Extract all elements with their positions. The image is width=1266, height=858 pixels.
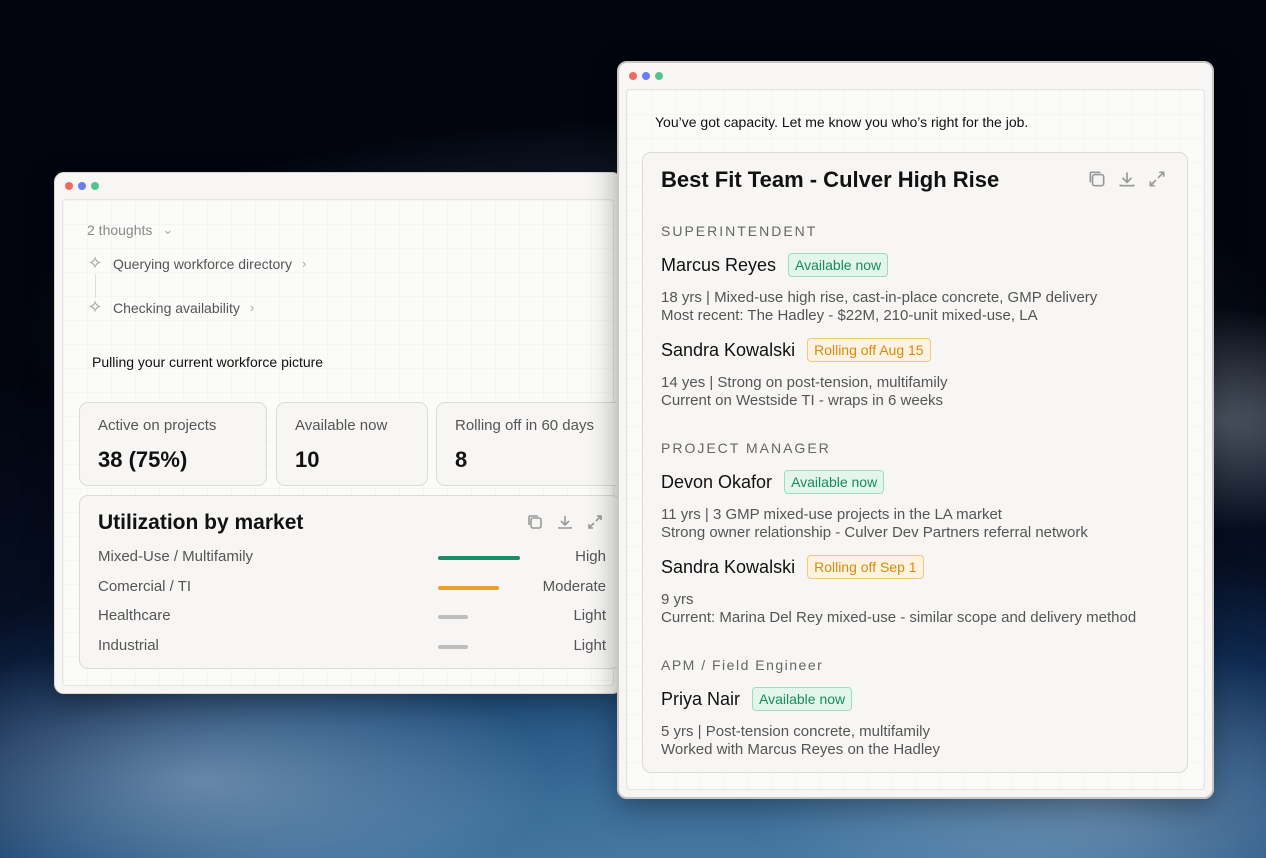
status-badge: Available now (752, 687, 853, 711)
detail-line: Current on Westside TI - wraps in 6 week… (661, 392, 944, 409)
best-fit-card: Best Fit Team - Culver High Rise SUPERIN… (642, 152, 1188, 773)
market-name: Industrial (98, 636, 159, 654)
utilization-bar (438, 585, 499, 590)
detail-line: 5 yrs | Post-tension concrete, multifami… (661, 723, 930, 740)
sparkle-icon: ✧ (87, 297, 103, 317)
minimize-dot[interactable] (642, 72, 650, 80)
download-icon[interactable] (1117, 169, 1137, 189)
person-row[interactable]: Marcus Reyes Available now (661, 253, 889, 277)
detail-line: 14 yes | Strong on post-tension, multifa… (661, 374, 948, 391)
person-detail: 14 yes | Strong on post-tension, multifa… (661, 374, 948, 410)
step-checking[interactable]: ✧ Checking availability › (87, 297, 254, 318)
person-detail: 9 yrs Current: Marina Del Rey mixed-use … (661, 591, 1136, 627)
detail-line: Most recent: The Hadley - $22M, 210-unit… (661, 307, 1038, 324)
person-detail: 18 yrs | Mixed-use high rise, cast-in-pl… (661, 289, 1097, 325)
status-badge: Rolling off Aug 15 (807, 338, 931, 362)
status-badge: Available now (788, 253, 889, 277)
stat-label: Rolling off in 60 days (455, 417, 594, 434)
step-connector (95, 274, 96, 298)
close-dot[interactable] (629, 72, 637, 80)
team-window: You’ve got capacity. Let me know you who… (617, 61, 1214, 799)
utilization-bar (438, 644, 468, 649)
chevron-right-icon: › (249, 300, 255, 315)
utilization-level: Light (573, 636, 606, 654)
card-actions (525, 512, 605, 532)
workforce-window: 2 thoughts ⌄ ✧ Querying workforce direct… (54, 172, 622, 694)
utilization-title: Utilization by market (98, 511, 304, 534)
chevron-right-icon: › (301, 256, 307, 271)
expand-icon[interactable] (585, 512, 605, 532)
market-name: Comercial / TI (98, 577, 192, 595)
window-titlebar (55, 173, 621, 199)
stat-value: 8 (455, 447, 468, 472)
stat-available: Available now 10 (276, 402, 428, 486)
assistant-message: You’ve got capacity. Let me know you who… (655, 114, 1029, 130)
stat-active: Active on projects 38 (75%) (79, 402, 267, 486)
stat-value: 10 (295, 447, 320, 472)
role-heading: SUPERINTENDENT (661, 223, 818, 239)
detail-line: Strong owner relationship - Culver Dev P… (661, 524, 1088, 541)
team-pane: You’ve got capacity. Let me know you who… (626, 89, 1205, 790)
utilization-level: Moderate (542, 577, 606, 595)
detail-line: 18 yrs | Mixed-use high rise, cast-in-pl… (661, 289, 1098, 306)
person-name: Priya Nair (661, 688, 741, 709)
role-heading: PROJECT MANAGER (661, 440, 831, 456)
step-label: Querying workforce directory (113, 255, 292, 272)
detail-line: 9 yrs (661, 591, 694, 608)
copy-icon[interactable] (1087, 169, 1107, 189)
utilization-level: Light (573, 607, 606, 624)
maximize-dot[interactable] (655, 72, 663, 80)
chevron-down-icon: ⌄ (162, 222, 174, 237)
copy-icon[interactable] (525, 512, 545, 532)
assistant-message: Pulling your current workforce picture (92, 354, 324, 370)
thoughts-toggle[interactable]: 2 thoughts ⌄ (87, 222, 173, 238)
market-row: Mixed-Use / Multifamily High (98, 548, 606, 568)
utilization-bar (438, 615, 468, 619)
close-dot[interactable] (65, 182, 73, 190)
person-detail: 5 yrs | Post-tension concrete, multifami… (661, 723, 940, 759)
status-badge: Rolling off Sep 1 (807, 555, 924, 579)
person-row[interactable]: Devon Okafor Available now (661, 470, 885, 494)
expand-icon[interactable] (1147, 169, 1167, 189)
step-label: Checking availability (113, 299, 240, 316)
market-name: Healthcare (98, 607, 171, 624)
maximize-dot[interactable] (91, 182, 99, 190)
person-row[interactable]: Sandra Kowalski Rolling off Sep 1 (661, 555, 924, 579)
workforce-pane: 2 thoughts ⌄ ✧ Querying workforce direct… (62, 199, 621, 686)
stat-label: Active on projects (98, 417, 217, 434)
download-icon[interactable] (555, 512, 575, 532)
detail-line: Current: Marina Del Rey mixed-use - simi… (661, 609, 1137, 626)
sparkle-icon: ✧ (87, 253, 103, 273)
detail-line: 11 yrs | 3 GMP mixed-use projects in the… (661, 506, 1002, 523)
stat-value: 38 (75%) (98, 447, 188, 472)
market-row: Healthcare Light (98, 607, 606, 627)
status-badge: Available now (784, 470, 885, 494)
market-row: Industrial Light (98, 637, 606, 657)
market-name: Mixed-Use / Multifamily (98, 548, 254, 565)
person-row[interactable]: Priya Nair Available now (661, 687, 853, 711)
person-name: Devon Okafor (661, 471, 773, 492)
minimize-dot[interactable] (78, 182, 86, 190)
person-name: Sandra Kowalski (661, 556, 796, 577)
person-detail: 11 yrs | 3 GMP mixed-use projects in the… (661, 506, 1088, 542)
role-heading: APM / Field Engineer (661, 657, 824, 673)
detail-line: Worked with Marcus Reyes on the Hadley (661, 741, 941, 758)
stat-rolling-off: Rolling off in 60 days 8 (436, 402, 621, 486)
market-row: Comercial / TI Moderate (98, 578, 606, 598)
card-title: Best Fit Team - Culver High Rise (661, 167, 1000, 192)
step-querying[interactable]: ✧ Querying workforce directory › (87, 253, 306, 274)
utilization-card: Utilization by market Mixed-Use / Multif… (79, 495, 621, 669)
utilization-level: High (575, 548, 606, 565)
utilization-bar (438, 556, 520, 560)
person-name: Sandra Kowalski (661, 339, 796, 360)
thoughts-label: 2 thoughts (87, 222, 153, 238)
card-actions (1087, 169, 1167, 189)
stat-label: Available now (295, 417, 388, 434)
person-row[interactable]: Sandra Kowalski Rolling off Aug 15 (661, 338, 931, 362)
window-titlebar (619, 63, 1212, 89)
person-name: Marcus Reyes (661, 254, 777, 275)
